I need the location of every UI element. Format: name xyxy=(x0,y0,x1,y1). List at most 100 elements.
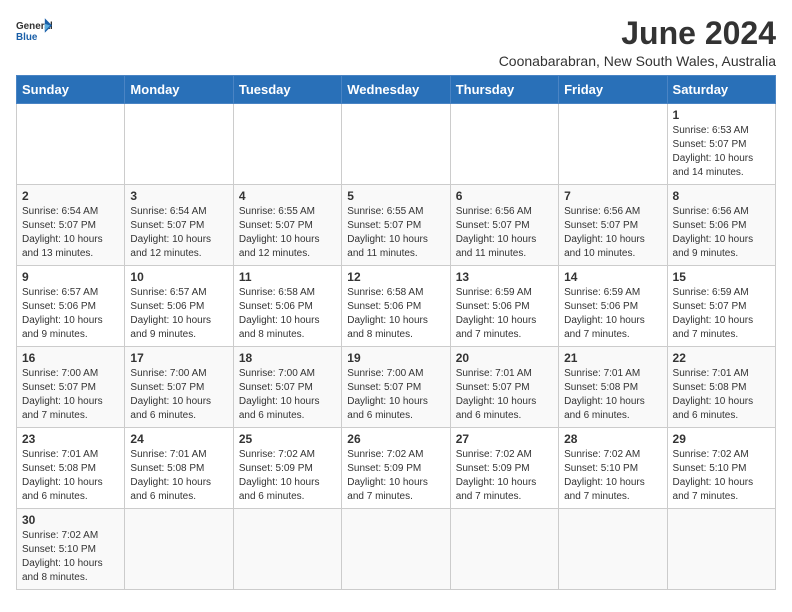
day-number: 23 xyxy=(22,432,119,446)
calendar-day-cell: 29 Sunrise: 7:02 AM Sunset: 5:10 PM Dayli… xyxy=(667,428,775,509)
day-info: Sunrise: 7:01 AM Sunset: 5:08 PM Dayligh… xyxy=(130,448,227,504)
calendar-day-cell: 7Sunrise: 6:56 AM Sunset: 5:07 PM Daylig… xyxy=(559,185,667,266)
day-number: 4 xyxy=(239,189,336,203)
day-number: 9 xyxy=(22,270,119,284)
calendar-header-row: SundayMondayTuesdayWednesdayThursdayFrid… xyxy=(17,76,776,104)
day-info: Sunrise: 6:53 AM Sunset: 5:07 PM Dayligh… xyxy=(673,124,770,180)
calendar-day-cell: 27 Sunrise: 7:02 AM Sunset: 5:09 PM Dayli… xyxy=(450,428,558,509)
logo: General Blue xyxy=(16,16,52,44)
calendar-day-cell: 10Sunrise: 6:57 AM Sunset: 5:06 PM Dayli… xyxy=(125,266,233,347)
calendar-day-cell xyxy=(450,104,558,185)
calendar-day-cell: 4Sunrise: 6:55 AM Sunset: 5:07 PM Daylig… xyxy=(233,185,341,266)
day-number: 3 xyxy=(130,189,227,203)
calendar-day-cell: 30 Sunrise: 7:02 AM Sunset: 5:10 PM Dayli… xyxy=(17,509,125,590)
day-info: Sunrise: 6:58 AM Sunset: 5:06 PM Dayligh… xyxy=(347,286,444,342)
day-info: Sunrise: 6:59 AM Sunset: 5:06 PM Dayligh… xyxy=(456,286,553,342)
calendar-day-cell xyxy=(125,104,233,185)
calendar-day-cell: 5Sunrise: 6:55 AM Sunset: 5:07 PM Daylig… xyxy=(342,185,450,266)
day-number: 21 xyxy=(564,351,661,365)
title-area: June 2024 Coonabarabran, New South Wales… xyxy=(499,16,776,69)
calendar-day-cell: 22 Sunrise: 7:01 AM Sunset: 5:08 PM Dayli… xyxy=(667,347,775,428)
day-number: 20 xyxy=(456,351,553,365)
day-header-monday: Monday xyxy=(125,76,233,104)
day-info: Sunrise: 6:57 AM Sunset: 5:06 PM Dayligh… xyxy=(130,286,227,342)
calendar-day-cell xyxy=(233,509,341,590)
day-info: Sunrise: 6:59 AM Sunset: 5:06 PM Dayligh… xyxy=(564,286,661,342)
calendar-day-cell: 17 Sunrise: 7:00 AM Sunset: 5:07 PM Dayli… xyxy=(125,347,233,428)
calendar-day-cell xyxy=(667,509,775,590)
day-number: 22 xyxy=(673,351,770,365)
day-info: Sunrise: 7:02 AM Sunset: 5:10 PM Dayligh… xyxy=(673,448,770,504)
day-info: Sunrise: 7:00 AM Sunset: 5:07 PM Dayligh… xyxy=(239,367,336,423)
day-number: 6 xyxy=(456,189,553,203)
day-number: 18 xyxy=(239,351,336,365)
day-number: 25 xyxy=(239,432,336,446)
calendar-day-cell: 1 Sunrise: 6:53 AM Sunset: 5:07 PM Daylig… xyxy=(667,104,775,185)
calendar-day-cell: 2 Sunrise: 6:54 AM Sunset: 5:07 PM Daylig… xyxy=(17,185,125,266)
day-header-thursday: Thursday xyxy=(450,76,558,104)
day-info: Sunrise: 6:58 AM Sunset: 5:06 PM Dayligh… xyxy=(239,286,336,342)
day-number: 24 xyxy=(130,432,227,446)
day-number: 15 xyxy=(673,270,770,284)
day-header-sunday: Sunday xyxy=(17,76,125,104)
day-number: 7 xyxy=(564,189,661,203)
day-info: Sunrise: 6:54 AM Sunset: 5:07 PM Dayligh… xyxy=(22,205,119,261)
day-number: 8 xyxy=(673,189,770,203)
calendar-day-cell: 8 Sunrise: 6:56 AM Sunset: 5:06 PM Daylig… xyxy=(667,185,775,266)
day-number: 17 xyxy=(130,351,227,365)
calendar-day-cell: 15Sunrise: 6:59 AM Sunset: 5:07 PM Dayli… xyxy=(667,266,775,347)
logo-icon: General Blue xyxy=(16,16,52,44)
calendar-day-cell: 3 Sunrise: 6:54 AM Sunset: 5:07 PM Daylig… xyxy=(125,185,233,266)
day-info: Sunrise: 7:01 AM Sunset: 5:08 PM Dayligh… xyxy=(673,367,770,423)
day-number: 13 xyxy=(456,270,553,284)
day-header-friday: Friday xyxy=(559,76,667,104)
calendar-day-cell: 6Sunrise: 6:56 AM Sunset: 5:07 PM Daylig… xyxy=(450,185,558,266)
day-number: 12 xyxy=(347,270,444,284)
calendar-week-row: 1 Sunrise: 6:53 AM Sunset: 5:07 PM Daylig… xyxy=(17,104,776,185)
calendar-day-cell: 26Sunrise: 7:02 AM Sunset: 5:09 PM Dayli… xyxy=(342,428,450,509)
day-number: 16 xyxy=(22,351,119,365)
day-info: Sunrise: 6:54 AM Sunset: 5:07 PM Dayligh… xyxy=(130,205,227,261)
page-header: General Blue June 2024 Coonabarabran, Ne… xyxy=(16,16,776,69)
calendar-day-cell xyxy=(125,509,233,590)
calendar-week-row: 2 Sunrise: 6:54 AM Sunset: 5:07 PM Daylig… xyxy=(17,185,776,266)
day-info: Sunrise: 7:02 AM Sunset: 5:10 PM Dayligh… xyxy=(22,529,119,585)
month-title: June 2024 xyxy=(499,16,776,51)
day-info: Sunrise: 7:02 AM Sunset: 5:09 PM Dayligh… xyxy=(239,448,336,504)
day-header-tuesday: Tuesday xyxy=(233,76,341,104)
day-number: 30 xyxy=(22,513,119,527)
day-number: 11 xyxy=(239,270,336,284)
day-info: Sunrise: 7:01 AM Sunset: 5:07 PM Dayligh… xyxy=(456,367,553,423)
day-header-wednesday: Wednesday xyxy=(342,76,450,104)
calendar-day-cell: 23 Sunrise: 7:01 AM Sunset: 5:08 PM Dayli… xyxy=(17,428,125,509)
calendar-day-cell: 13 Sunrise: 6:59 AM Sunset: 5:06 PM Dayli… xyxy=(450,266,558,347)
calendar-day-cell: 12 Sunrise: 6:58 AM Sunset: 5:06 PM Dayli… xyxy=(342,266,450,347)
day-info: Sunrise: 7:01 AM Sunset: 5:08 PM Dayligh… xyxy=(22,448,119,504)
day-info: Sunrise: 7:02 AM Sunset: 5:10 PM Dayligh… xyxy=(564,448,661,504)
day-info: Sunrise: 6:56 AM Sunset: 5:06 PM Dayligh… xyxy=(673,205,770,261)
calendar-day-cell: 14Sunrise: 6:59 AM Sunset: 5:06 PM Dayli… xyxy=(559,266,667,347)
calendar-table: SundayMondayTuesdayWednesdayThursdayFrid… xyxy=(16,75,776,590)
day-number: 1 xyxy=(673,108,770,122)
day-number: 19 xyxy=(347,351,444,365)
calendar-day-cell: 24 Sunrise: 7:01 AM Sunset: 5:08 PM Dayli… xyxy=(125,428,233,509)
calendar-day-cell xyxy=(559,104,667,185)
calendar-day-cell: 18 Sunrise: 7:00 AM Sunset: 5:07 PM Dayli… xyxy=(233,347,341,428)
day-info: Sunrise: 7:00 AM Sunset: 5:07 PM Dayligh… xyxy=(130,367,227,423)
calendar-week-row: 30 Sunrise: 7:02 AM Sunset: 5:10 PM Dayli… xyxy=(17,509,776,590)
calendar-day-cell xyxy=(17,104,125,185)
day-number: 29 xyxy=(673,432,770,446)
calendar-day-cell: 25 Sunrise: 7:02 AM Sunset: 5:09 PM Dayli… xyxy=(233,428,341,509)
calendar-day-cell xyxy=(233,104,341,185)
day-number: 27 xyxy=(456,432,553,446)
calendar-day-cell: 21 Sunrise: 7:01 AM Sunset: 5:08 PM Dayli… xyxy=(559,347,667,428)
day-info: Sunrise: 7:02 AM Sunset: 5:09 PM Dayligh… xyxy=(456,448,553,504)
day-info: Sunrise: 6:55 AM Sunset: 5:07 PM Dayligh… xyxy=(347,205,444,261)
day-info: Sunrise: 6:57 AM Sunset: 5:06 PM Dayligh… xyxy=(22,286,119,342)
calendar-day-cell: 28 Sunrise: 7:02 AM Sunset: 5:10 PM Dayli… xyxy=(559,428,667,509)
day-info: Sunrise: 7:01 AM Sunset: 5:08 PM Dayligh… xyxy=(564,367,661,423)
calendar-week-row: 16 Sunrise: 7:00 AM Sunset: 5:07 PM Dayli… xyxy=(17,347,776,428)
calendar-day-cell: 9 Sunrise: 6:57 AM Sunset: 5:06 PM Daylig… xyxy=(17,266,125,347)
day-number: 28 xyxy=(564,432,661,446)
day-number: 2 xyxy=(22,189,119,203)
